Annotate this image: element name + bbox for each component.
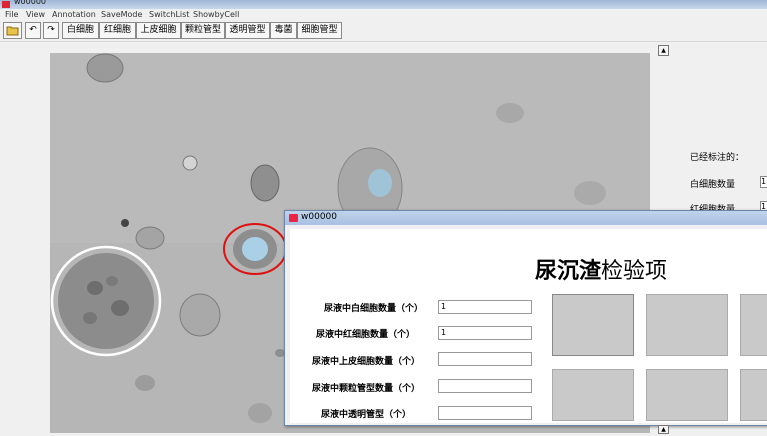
dialog-heading-rest: 检验项 <box>601 259 668 284</box>
dialog-title: w00000 <box>301 212 337 222</box>
label-hyaline-cast-button[interactable]: 透明管型 <box>225 22 270 39</box>
rbc-count-label: 尿液中红细胞数量（个） <box>315 330 415 340</box>
label-epithelial-button[interactable]: 上皮细胞 <box>136 22 181 39</box>
wbc-count-label: 尿液中白细胞数量（个） <box>323 304 423 314</box>
hyaline-cast-count-label: 尿液中透明管型（个） <box>320 410 411 420</box>
toolbar: ↶ ↷ 白细胞 红细胞 上皮细胞 颗粒管型 透明管型 毒菌 细胞管型 <box>0 21 767 42</box>
thumbnail-1[interactable] <box>552 294 634 356</box>
menu-showbycell[interactable]: ShowbyCell <box>193 10 239 19</box>
epithelial-count-input[interactable] <box>438 352 532 366</box>
menu-view[interactable]: View <box>26 10 45 19</box>
label-wbc-button[interactable]: 白细胞 <box>62 22 99 39</box>
label-rbc-button[interactable]: 红细胞 <box>99 22 136 39</box>
menu-bar: File View Annotation SaveMode SwitchList… <box>0 9 767 21</box>
menu-annotation[interactable]: Annotation <box>52 10 96 19</box>
scroll-up-button[interactable]: ▲ <box>658 45 669 56</box>
folder-icon <box>6 26 19 36</box>
window-title: w00000 <box>14 0 46 6</box>
scroll-up-button-bottom[interactable]: ▲ <box>658 425 669 434</box>
thumbnail-5[interactable] <box>646 369 728 421</box>
dialog-title-bar[interactable]: w00000 <box>285 211 767 225</box>
menu-savemode[interactable]: SaveMode <box>101 10 142 19</box>
open-folder-button[interactable] <box>3 22 22 39</box>
annotated-wbc-count[interactable]: 1 <box>760 176 767 188</box>
app-icon <box>2 1 10 8</box>
thumbnail-4[interactable] <box>552 369 634 421</box>
annotated-wbc-label: 白细胞数量 <box>690 180 736 190</box>
redo-icon: ↷ <box>47 25 55 35</box>
undo-icon: ↶ <box>29 25 37 35</box>
epithelial-count-label: 尿液中上皮细胞数量（个） <box>311 357 420 367</box>
label-cell-cast-button[interactable]: 细胞管型 <box>297 22 342 39</box>
menu-file[interactable]: File <box>5 10 18 19</box>
undo-button[interactable]: ↶ <box>25 22 41 39</box>
granular-cast-count-label: 尿液中颗粒管型数量（个） <box>311 384 420 394</box>
thumbnail-2[interactable] <box>646 294 728 356</box>
thumbnail-3[interactable] <box>740 294 767 356</box>
annotated-title: 已经标注的： <box>690 153 745 163</box>
menu-switchlist[interactable]: SwitchList <box>149 10 189 19</box>
dialog-heading-bold: 尿沉渣 <box>535 259 602 284</box>
thumbnail-6[interactable] <box>740 369 767 421</box>
label-fungus-button[interactable]: 毒菌 <box>270 22 297 39</box>
dialog-heading: 尿沉渣检验项 <box>535 253 667 285</box>
hyaline-cast-count-input[interactable] <box>438 406 532 420</box>
wbc-count-input[interactable]: 1 <box>438 300 532 314</box>
granular-cast-count-input[interactable] <box>438 379 532 393</box>
redo-button[interactable]: ↷ <box>43 22 59 39</box>
label-granular-cast-button[interactable]: 颗粒管型 <box>181 22 225 39</box>
result-dialog: w00000 尿沉渣检验项 尿液中白细胞数量（个） 1 尿液中红细胞数量（个） … <box>284 210 767 426</box>
dialog-body: 尿沉渣检验项 尿液中白细胞数量（个） 1 尿液中红细胞数量（个） 1 尿液中上皮… <box>290 229 767 423</box>
rbc-count-input[interactable]: 1 <box>438 326 532 340</box>
window-title-bar: w00000 <box>0 0 767 9</box>
dialog-app-icon <box>289 214 298 222</box>
